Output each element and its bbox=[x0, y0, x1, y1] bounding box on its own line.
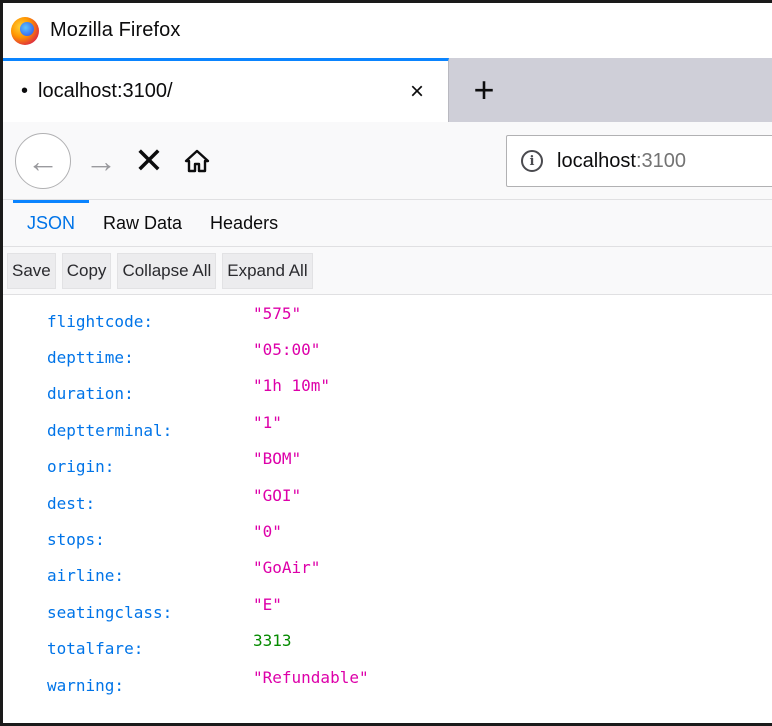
json-key: stops: bbox=[47, 530, 105, 550]
json-row[interactable]: depttime: "05:00" bbox=[47, 339, 772, 375]
json-row[interactable]: airline: "GoAir" bbox=[47, 558, 772, 594]
stop-button[interactable]: ✕ bbox=[129, 141, 169, 181]
plus-icon: + bbox=[473, 69, 495, 110]
back-arrow-icon: ← bbox=[27, 142, 59, 179]
json-value: "1" bbox=[253, 412, 282, 432]
tab-localhost[interactable]: • localhost:3100/ × bbox=[3, 58, 449, 122]
json-viewer-tabs: JSON Raw Data Headers bbox=[3, 200, 772, 247]
json-key: duration: bbox=[47, 384, 134, 404]
json-row[interactable]: seatingclass: "E" bbox=[47, 594, 772, 630]
navigation-bar: ← → ✕ i localhost :3100 bbox=[3, 122, 772, 200]
json-value: "BOM" bbox=[253, 449, 302, 469]
tab-headers[interactable]: Headers bbox=[196, 200, 292, 246]
json-value: "E" bbox=[253, 594, 282, 614]
json-value: 3313 bbox=[253, 631, 292, 651]
json-key: flightcode: bbox=[47, 311, 153, 331]
expand-all-button[interactable]: Expand All bbox=[222, 252, 313, 289]
window-title: Mozilla Firefox bbox=[50, 19, 181, 41]
json-value: "575" bbox=[253, 303, 302, 323]
save-button[interactable]: Save bbox=[7, 252, 56, 289]
json-key: totalfare: bbox=[47, 639, 144, 659]
json-value: "Refundable" bbox=[253, 667, 369, 687]
json-value: "1h 10m" bbox=[253, 376, 331, 396]
json-row[interactable]: duration: "1h 10m" bbox=[47, 376, 772, 412]
url-port: :3100 bbox=[635, 149, 686, 172]
json-value: "0" bbox=[253, 522, 282, 542]
json-key: dest: bbox=[47, 493, 96, 513]
json-row[interactable]: flightcode: "575" bbox=[47, 303, 772, 339]
tab-label: localhost:3100/ bbox=[38, 80, 173, 102]
json-tree: flightcode: "575" depttime: "05:00" dura… bbox=[3, 295, 772, 703]
json-row[interactable]: dest: "GOI" bbox=[47, 485, 772, 521]
json-row[interactable]: origin: "BOM" bbox=[47, 449, 772, 485]
json-row[interactable]: stops: "0" bbox=[47, 521, 772, 557]
json-key: seatingclass: bbox=[47, 602, 173, 622]
forward-arrow-icon: → bbox=[85, 142, 117, 179]
json-value: "05:00" bbox=[253, 340, 321, 360]
json-row[interactable]: totalfare: 3313 bbox=[47, 631, 772, 667]
json-row[interactable]: warning: "Refundable" bbox=[47, 667, 772, 703]
info-icon[interactable]: i bbox=[521, 150, 543, 172]
json-row[interactable]: deptterminal: "1" bbox=[47, 412, 772, 448]
new-tab-button[interactable]: + bbox=[449, 58, 519, 122]
title-bar: Mozilla Firefox bbox=[3, 3, 772, 58]
json-key: depttime: bbox=[47, 348, 134, 368]
json-key: warning: bbox=[47, 675, 125, 695]
back-button[interactable]: ← bbox=[15, 132, 71, 189]
home-icon bbox=[184, 149, 210, 172]
json-key: airline: bbox=[47, 566, 125, 586]
json-value: "GOI" bbox=[253, 485, 302, 505]
json-key: origin: bbox=[47, 457, 115, 477]
forward-button[interactable]: → bbox=[81, 141, 121, 181]
close-icon[interactable]: × bbox=[410, 79, 424, 104]
tab-strip: • localhost:3100/ × + bbox=[3, 58, 772, 122]
url-host: localhost bbox=[557, 149, 636, 172]
json-toolbar: Save Copy Collapse All Expand All bbox=[3, 247, 772, 295]
json-key: deptterminal: bbox=[47, 420, 173, 440]
tab-loading-indicator: • bbox=[21, 80, 29, 102]
tab-json[interactable]: JSON bbox=[13, 200, 90, 246]
stop-icon: ✕ bbox=[133, 139, 165, 181]
copy-button[interactable]: Copy bbox=[61, 252, 112, 289]
home-button[interactable] bbox=[177, 141, 217, 181]
browser-window: Mozilla Firefox • localhost:3100/ × + ← … bbox=[0, 0, 772, 726]
tab-raw-data[interactable]: Raw Data bbox=[89, 200, 196, 246]
collapse-all-button[interactable]: Collapse All bbox=[117, 252, 217, 289]
firefox-logo-icon bbox=[11, 16, 39, 45]
json-value: "GoAir" bbox=[253, 558, 321, 578]
url-bar[interactable]: i localhost :3100 bbox=[506, 135, 772, 187]
